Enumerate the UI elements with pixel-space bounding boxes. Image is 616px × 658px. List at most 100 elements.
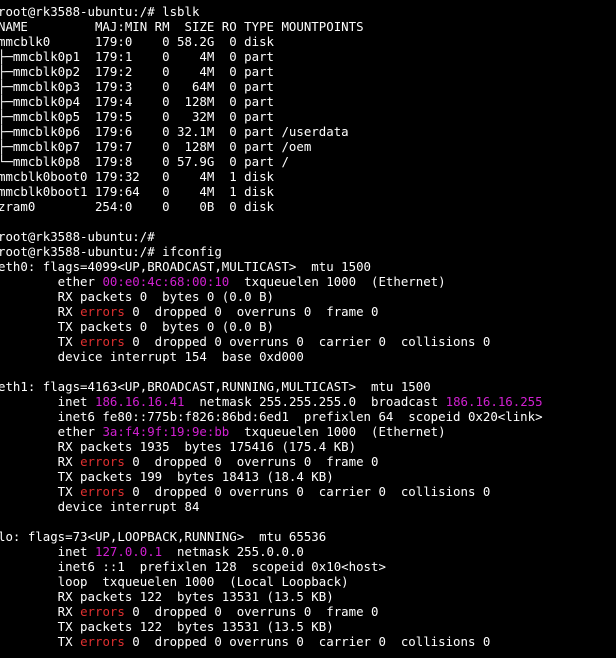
highlighted-address: 186.16.16.41: [94, 394, 185, 409]
highlighted-address: 3a:f4:9f:19:9e:bb: [102, 424, 230, 439]
error-label: errors: [80, 634, 125, 649]
terminal-line: mmcblk0boot1 179:64 0 4M 1 disk: [0, 184, 614, 199]
terminal-text: 0 dropped 0 overruns 0 carrier 0 collisi…: [124, 334, 491, 349]
terminal-line: RX packets 122 bytes 13531 (13.5 KB): [0, 589, 614, 604]
terminal-line: RX errors 0 dropped 0 overruns 0 frame 0: [0, 304, 614, 319]
terminal-line: lo: flags=73<UP,LOOPBACK,RUNNING> mtu 65…: [0, 529, 614, 544]
terminal-text: loop txqueuelen 1000 (Local Loopback): [0, 574, 349, 589]
terminal-text: 0 dropped 0 overruns 0 carrier 0 collisi…: [124, 484, 491, 499]
terminal-text: RX packets 0 bytes 0 (0.0 B): [0, 289, 275, 304]
terminal-text: RX: [0, 454, 81, 469]
terminal-line: inet6 fe80::775b:f826:86bd:6ed1 prefixle…: [0, 409, 614, 424]
terminal-text: zram0 254:0 0 0B 0 disk: [0, 199, 275, 214]
terminal-line: loop txqueuelen 1000 (Local Loopback): [0, 574, 614, 589]
terminal-line: eth0: flags=4099<UP,BROADCAST,MULTICAST>…: [0, 259, 614, 274]
terminal-text: TX: [0, 484, 81, 499]
terminal-line: zram0 254:0 0 0B 0 disk: [0, 199, 614, 214]
highlighted-address: 127.0.0.1: [94, 544, 163, 559]
terminal-line: └─mmcblk0p8 179:8 0 57.9G 0 part /: [0, 154, 614, 169]
terminal-line: device interrupt 84: [0, 499, 614, 514]
error-label: errors: [80, 604, 125, 619]
terminal-text: ├─mmcblk0p5 179:5 0 32M 0 part: [0, 109, 275, 124]
terminal-output: root@rk3588-ubuntu:/# lsblk NAME MAJ:MIN …: [0, 4, 616, 649]
error-label: errors: [80, 334, 125, 349]
terminal-line: inet 127.0.0.1 netmask 255.0.0.0: [0, 544, 614, 559]
terminal-line: TX errors 0 dropped 0 overruns 0 carrier…: [0, 634, 614, 649]
terminal-line: RX packets 1935 bytes 175416 (175.4 KB): [0, 439, 614, 454]
error-label: errors: [80, 304, 125, 319]
terminal-line: RX packets 0 bytes 0 (0.0 B): [0, 289, 614, 304]
terminal-line: root@rk3588-ubuntu:/#: [0, 229, 614, 244]
terminal-text: inet: [0, 544, 95, 559]
terminal-line: inet6 ::1 prefixlen 128 scopeid 0x10<hos…: [0, 559, 614, 574]
terminal-text: mmcblk0boot1 179:64 0 4M 1 disk: [0, 184, 275, 199]
terminal-text: TX packets 122 bytes 13531 (13.5 KB): [0, 619, 334, 634]
terminal-text: root@rk3588-ubuntu:/#: [0, 229, 155, 244]
terminal-line: root@rk3588-ubuntu:/# ifconfig: [0, 244, 614, 259]
terminal-text: 0 dropped 0 overruns 0 frame 0: [124, 454, 379, 469]
terminal-line: ├─mmcblk0p5 179:5 0 32M 0 part: [0, 109, 614, 124]
terminal-text: device interrupt 84: [0, 499, 200, 514]
terminal-text: ├─mmcblk0p6 179:6 0 32.1M 0 part /userda…: [0, 124, 349, 139]
terminal-text: TX packets 199 bytes 18413 (18.4 KB): [0, 469, 334, 484]
terminal-text: root@rk3588-ubuntu:/# lsblk: [0, 4, 200, 19]
terminal-text: RX packets 1935 bytes 175416 (175.4 KB): [0, 439, 357, 454]
terminal-text: inet: [0, 394, 95, 409]
terminal-text: NAME MAJ:MIN RM SIZE RO TYPE MOUNTPOINTS: [0, 19, 364, 34]
terminal-text: ├─mmcblk0p3 179:3 0 64M 0 part: [0, 79, 275, 94]
terminal-text: ├─mmcblk0p2 179:2 0 4M 0 part: [0, 64, 275, 79]
error-label: errors: [80, 484, 125, 499]
terminal-text: TX: [0, 634, 81, 649]
terminal-line: ├─mmcblk0p1 179:1 0 4M 0 part: [0, 49, 614, 64]
terminal-text: mmcblk0boot0 179:32 0 4M 1 disk: [0, 169, 275, 184]
terminal-text: mmcblk0 179:0 0 58.2G 0 disk: [0, 34, 275, 49]
terminal-text: 0 dropped 0 overruns 0 carrier 0 collisi…: [124, 634, 491, 649]
terminal-text: netmask 255.0.0.0: [162, 544, 304, 559]
terminal-text: txqueuelen 1000 (Ethernet): [229, 424, 446, 439]
terminal-text: eth1: flags=4163<UP,BROADCAST,RUNNING,MU…: [0, 379, 431, 394]
terminal-text: eth0: flags=4099<UP,BROADCAST,MULTICAST>…: [0, 259, 371, 274]
terminal-text: 0 dropped 0 overruns 0 frame 0: [124, 604, 379, 619]
terminal-text: RX packets 122 bytes 13531 (13.5 KB): [0, 589, 334, 604]
error-label: errors: [80, 454, 125, 469]
terminal-window[interactable]: root@rk3588-ubuntu:/# lsblk NAME MAJ:MIN …: [0, 0, 616, 658]
terminal-line: RX errors 0 dropped 0 overruns 0 frame 0: [0, 454, 614, 469]
terminal-text: RX: [0, 304, 81, 319]
terminal-line: TX packets 122 bytes 13531 (13.5 KB): [0, 619, 614, 634]
terminal-text: txqueuelen 1000 (Ethernet): [229, 274, 446, 289]
terminal-line: mmcblk0boot0 179:32 0 4M 1 disk: [0, 169, 614, 184]
terminal-text: ├─mmcblk0p7 179:7 0 128M 0 part /oem: [0, 139, 312, 154]
terminal-text: inet6 ::1 prefixlen 128 scopeid 0x10<hos…: [0, 559, 386, 574]
terminal-line: eth1: flags=4163<UP,BROADCAST,RUNNING,MU…: [0, 379, 614, 394]
terminal-line: mmcblk0 179:0 0 58.2G 0 disk: [0, 34, 614, 49]
terminal-line: ├─mmcblk0p6 179:6 0 32.1M 0 part /userda…: [0, 124, 614, 139]
terminal-line: ├─mmcblk0p2 179:2 0 4M 0 part: [0, 64, 614, 79]
terminal-line: ether 00:e0:4c:68:00:10 txqueuelen 1000 …: [0, 274, 614, 289]
terminal-line: ├─mmcblk0p4 179:4 0 128M 0 part: [0, 94, 614, 109]
terminal-text: RX: [0, 604, 81, 619]
terminal-text: inet6 fe80::775b:f826:86bd:6ed1 prefixle…: [0, 409, 543, 424]
terminal-text: ├─mmcblk0p4 179:4 0 128M 0 part: [0, 94, 275, 109]
highlighted-address: 00:e0:4c:68:00:10: [102, 274, 230, 289]
terminal-text: ├─mmcblk0p1 179:1 0 4M 0 part: [0, 49, 275, 64]
terminal-text: lo: flags=73<UP,LOOPBACK,RUNNING> mtu 65…: [0, 529, 327, 544]
terminal-text: 0 dropped 0 overruns 0 frame 0: [124, 304, 379, 319]
highlighted-address: 186.16.16.255: [445, 394, 543, 409]
terminal-line: TX packets 199 bytes 18413 (18.4 KB): [0, 469, 614, 484]
terminal-line: inet 186.16.16.41 netmask 255.255.255.0 …: [0, 394, 614, 409]
terminal-text: netmask 255.255.255.0 broadcast: [184, 394, 446, 409]
terminal-line: ├─mmcblk0p3 179:3 0 64M 0 part: [0, 79, 614, 94]
terminal-text: ether: [0, 424, 103, 439]
terminal-text: ether: [0, 274, 103, 289]
terminal-line: TX packets 0 bytes 0 (0.0 B): [0, 319, 614, 334]
terminal-line: ├─mmcblk0p7 179:7 0 128M 0 part /oem: [0, 139, 614, 154]
terminal-line: device interrupt 154 base 0xd000: [0, 349, 614, 364]
terminal-line: root@rk3588-ubuntu:/# lsblk: [0, 4, 614, 19]
terminal-line: NAME MAJ:MIN RM SIZE RO TYPE MOUNTPOINTS: [0, 19, 614, 34]
terminal-line: TX errors 0 dropped 0 overruns 0 carrier…: [0, 484, 614, 499]
terminal-line: ether 3a:f4:9f:19:9e:bb txqueuelen 1000 …: [0, 424, 614, 439]
terminal-text: root@rk3588-ubuntu:/# ifconfig: [0, 244, 222, 259]
